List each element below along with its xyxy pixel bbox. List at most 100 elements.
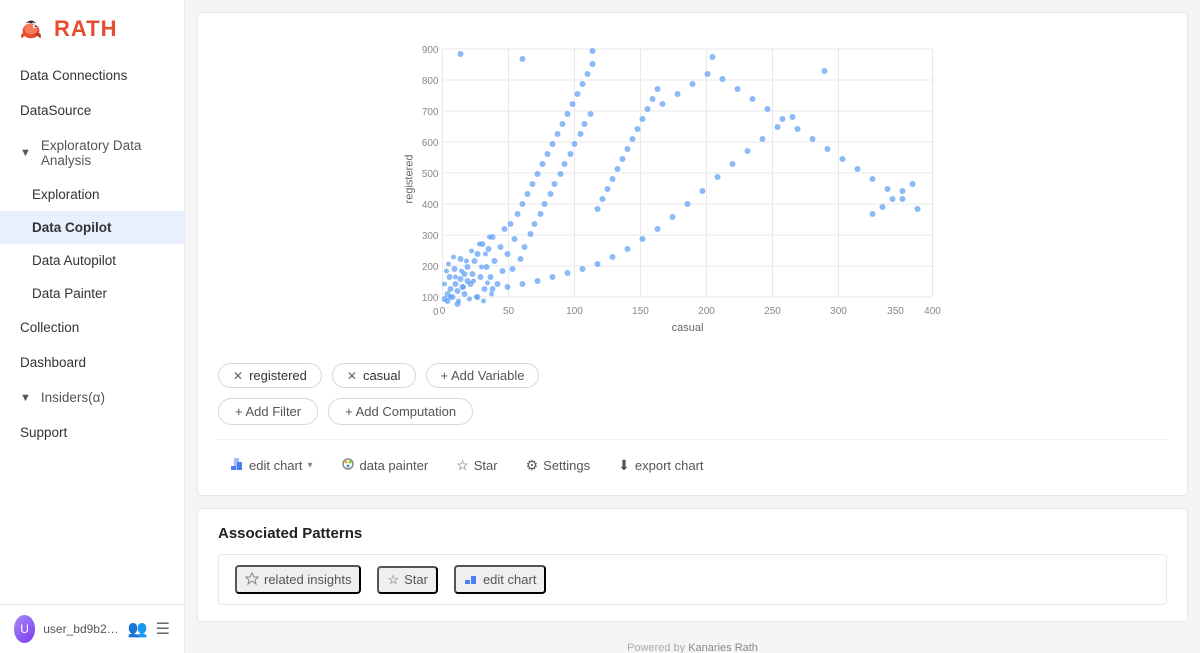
scatter-plot: 900 800 700 600 500 400 300 200 100 0 0 …: [218, 29, 1167, 339]
svg-text:800: 800: [422, 76, 439, 87]
sidebar-item-data-painter[interactable]: Data Painter: [0, 277, 184, 310]
grid-lines: [443, 49, 933, 297]
related-insights-icon: [245, 571, 259, 588]
menu-icon[interactable]: ☰: [156, 619, 170, 639]
footer-link[interactable]: Kanaries Rath: [688, 642, 758, 653]
filter-row: + Add Filter + Add Computation: [218, 398, 1167, 425]
star-label: Star: [474, 458, 498, 473]
sidebar: RATH Data Connections DataSource ▼ Explo…: [0, 0, 185, 653]
chart-card: 900 800 700 600 500 400 300 200 100 0 0 …: [197, 12, 1188, 496]
variables-row: ✕ registered ✕ casual + Add Variable: [218, 363, 1167, 388]
sidebar-item-data-connections[interactable]: Data Connections: [0, 58, 184, 93]
svg-text:600: 600: [422, 138, 439, 149]
edit-chart-label: edit chart: [249, 458, 302, 473]
user-name: user_bd9b201f-5...: [43, 622, 119, 636]
svg-text:400: 400: [422, 200, 439, 211]
chart-toolbar: edit chart ▾ data painter ☆ Star: [218, 439, 1167, 479]
people-icon[interactable]: 👥: [128, 619, 148, 639]
settings-icon: ⚙: [526, 457, 539, 474]
sidebar-navigation: Data Connections DataSource ▼ Explorator…: [0, 58, 184, 604]
sidebar-item-label: DataSource: [20, 103, 91, 118]
export-label: export chart: [635, 458, 704, 473]
sidebar-item-label: Data Autopilot: [32, 253, 116, 268]
sidebar-item-label: Support: [20, 425, 67, 440]
associated-patterns-card: Associated Patterns related insights ☆ S…: [197, 508, 1188, 622]
avatar: U: [14, 615, 35, 643]
export-chart-button[interactable]: ⬇ export chart: [606, 452, 715, 479]
sidebar-item-dashboard[interactable]: Dashboard: [0, 345, 184, 380]
y-axis-title: registered: [404, 155, 416, 204]
svg-text:0: 0: [433, 307, 439, 318]
export-icon: ⬇: [618, 457, 630, 474]
logo-area: RATH: [0, 0, 184, 58]
add-computation-button[interactable]: + Add Computation: [328, 398, 473, 425]
remove-casual-icon[interactable]: ✕: [347, 369, 357, 383]
svg-text:400: 400: [924, 306, 941, 317]
related-insights-button[interactable]: related insights: [235, 565, 361, 594]
svg-text:300: 300: [422, 231, 439, 242]
sidebar-item-exploration[interactable]: Exploration: [0, 178, 184, 211]
logo-text: RATH: [54, 16, 117, 42]
svg-text:900: 900: [422, 45, 439, 56]
svg-text:100: 100: [422, 293, 439, 304]
footer-text: Powered by: [627, 642, 688, 653]
sidebar-item-label: Data Copilot: [32, 220, 112, 235]
sidebar-section-insiders[interactable]: ▼ Insiders(α): [0, 380, 184, 415]
edit-chart-icon: [230, 457, 244, 474]
logo-bird-icon: [16, 14, 46, 44]
sidebar-item-collection[interactable]: Collection: [0, 310, 184, 345]
data-painter-button[interactable]: data painter: [329, 452, 441, 479]
variable-tag-casual[interactable]: ✕ casual: [332, 363, 416, 388]
variable-name: registered: [249, 368, 307, 383]
x-axis-title: casual: [672, 322, 704, 334]
sidebar-item-label: Dashboard: [20, 355, 86, 370]
svg-text:350: 350: [887, 306, 904, 317]
star-button[interactable]: ☆ Star: [444, 452, 509, 479]
settings-label: Settings: [543, 458, 590, 473]
sidebar-section-label: Insiders(α): [41, 390, 105, 405]
settings-button[interactable]: ⚙ Settings: [514, 452, 603, 479]
y-axis-labels: 900 800 700 600 500 400 300 200 100 0: [422, 45, 439, 318]
sidebar-item-data-autopilot[interactable]: Data Autopilot: [0, 244, 184, 277]
svg-text:50: 50: [503, 306, 515, 317]
sidebar-item-label: Data Connections: [20, 68, 127, 83]
sidebar-item-label: Data Painter: [32, 286, 107, 301]
patterns-title: Associated Patterns: [218, 525, 1167, 542]
pattern-item: related insights ☆ Star edit chart: [218, 554, 1167, 605]
svg-text:100: 100: [566, 306, 583, 317]
pattern-edit-chart-label: edit chart: [483, 572, 536, 587]
svg-text:150: 150: [632, 306, 649, 317]
sidebar-item-data-copilot[interactable]: Data Copilot: [0, 211, 184, 244]
edit-chart-chevron: ▾: [307, 460, 312, 471]
sidebar-section-eda[interactable]: ▼ Exploratory Data Analysis: [0, 128, 184, 178]
footer: Powered by Kanaries Rath: [185, 634, 1200, 653]
collapse-icon: ▼: [20, 147, 31, 159]
edit-chart-button[interactable]: edit chart ▾: [218, 452, 325, 479]
add-filter-button[interactable]: + Add Filter: [218, 398, 318, 425]
sidebar-bottom-icons: 👥 ☰: [128, 619, 170, 639]
svg-text:200: 200: [422, 262, 439, 273]
pattern-edit-chart-button[interactable]: edit chart: [454, 565, 546, 594]
remove-registered-icon[interactable]: ✕: [233, 369, 243, 383]
sidebar-item-support[interactable]: Support: [0, 415, 184, 450]
sidebar-item-label: Collection: [20, 320, 79, 335]
svg-text:700: 700: [422, 107, 439, 118]
svg-text:250: 250: [764, 306, 781, 317]
x-axis-labels: 0 50 100 150 200 250 300 350 400: [440, 306, 942, 317]
add-variable-button[interactable]: + Add Variable: [426, 363, 540, 388]
svg-text:0: 0: [440, 306, 446, 317]
variable-tag-registered[interactable]: ✕ registered: [218, 363, 322, 388]
data-painter-icon: [341, 457, 355, 474]
variable-name: casual: [363, 368, 401, 383]
scatter-dots: [442, 48, 921, 307]
pattern-edit-chart-icon: [464, 571, 478, 588]
main-content: 900 800 700 600 500 400 300 200 100 0 0 …: [185, 0, 1200, 653]
collapse-icon: ▼: [20, 392, 31, 404]
sidebar-bottom: U user_bd9b201f-5... 👥 ☰: [0, 604, 184, 653]
chart-container: 900 800 700 600 500 400 300 200 100 0 0 …: [218, 29, 1167, 349]
pattern-star-button[interactable]: ☆ Star: [377, 566, 438, 594]
sidebar-item-datasource[interactable]: DataSource: [0, 93, 184, 128]
svg-text:200: 200: [698, 306, 715, 317]
pattern-star-label: Star: [404, 572, 428, 587]
svg-text:300: 300: [830, 306, 847, 317]
